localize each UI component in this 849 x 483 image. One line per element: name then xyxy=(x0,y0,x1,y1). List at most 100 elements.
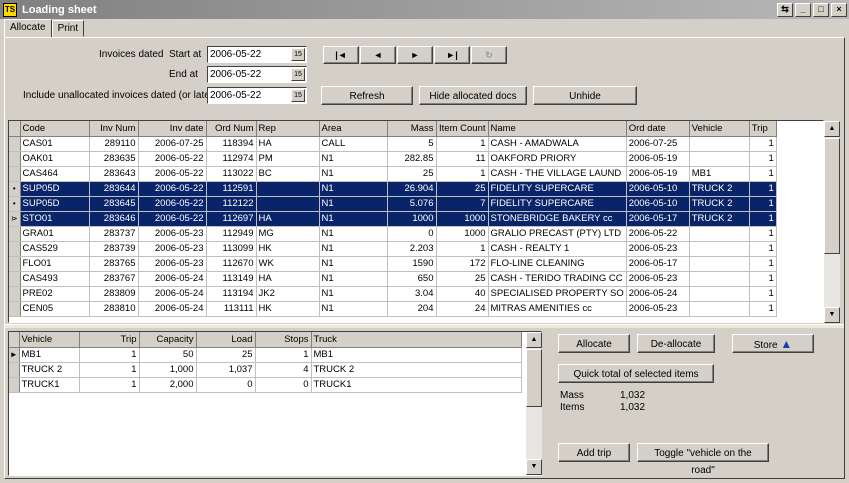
table-row[interactable]: CAS529 283739 2006-05-23 113099 HK N1 2.203 1 CA… xyxy=(9,241,777,257)
cell-orddate[interactable]: 2006-05-23 xyxy=(626,271,690,287)
table-row[interactable]: ► MB1 1 50 25 1 MB1 xyxy=(9,347,522,363)
table-row[interactable]: OAK01 283635 2006-05-22 112974 PM N1 282.85 11 O… xyxy=(9,151,777,167)
cell-orddate[interactable]: 2006-07-25 xyxy=(626,136,690,152)
col-vehicle-header[interactable]: Vehicle xyxy=(689,121,750,137)
cell-code[interactable]: GRA01 xyxy=(20,226,90,242)
cell-itemcount[interactable]: 1 xyxy=(436,136,489,152)
row-indicator[interactable] xyxy=(9,301,21,317)
scroll-down-icon[interactable]: ▼ xyxy=(824,307,840,323)
cell-invdate[interactable]: 2006-07-25 xyxy=(138,136,207,152)
cell-rep[interactable] xyxy=(256,181,320,197)
cell-invdate[interactable]: 2006-05-24 xyxy=(138,301,207,317)
quick-total-button[interactable]: Quick total of selected items xyxy=(558,364,714,383)
splitter[interactable] xyxy=(5,324,844,328)
restore-icon[interactable]: ⇆ xyxy=(777,2,793,17)
cell-rep[interactable]: HA xyxy=(256,271,320,287)
col-trip-header[interactable]: Trip xyxy=(79,332,140,348)
cell-name[interactable]: MITRAS AMENITIES cc xyxy=(488,301,627,317)
table-row[interactable]: • SUP05D 283644 2006-05-22 112591 N1 26.904 25 F… xyxy=(9,181,777,197)
cell-trip[interactable]: 1 xyxy=(79,377,140,393)
cell-code[interactable]: CAS529 xyxy=(20,241,90,257)
cell-itemcount[interactable]: 25 xyxy=(436,181,489,197)
cell-invnum[interactable]: 289110 xyxy=(89,136,139,152)
cell-truck[interactable]: TRUCK 2 xyxy=(311,362,522,378)
cell-trip[interactable]: 1 xyxy=(749,286,777,302)
col-trip-header[interactable]: Trip xyxy=(749,121,777,137)
cell-itemcount[interactable]: 24 xyxy=(436,301,489,317)
cell-stops[interactable]: 0 xyxy=(255,377,312,393)
cell-code[interactable]: CAS493 xyxy=(20,271,90,287)
cell-code[interactable]: SUP05D xyxy=(20,181,90,197)
tab-allocate[interactable]: Allocate xyxy=(4,19,52,38)
cell-invdate[interactable]: 2006-05-24 xyxy=(138,271,207,287)
cell-invdate[interactable]: 2006-05-22 xyxy=(138,151,207,167)
cell-trip[interactable]: 1 xyxy=(79,362,140,378)
col-orddate-header[interactable]: Ord date xyxy=(626,121,690,137)
table-row[interactable]: PRE02 283809 2006-05-24 113194 JK2 N1 3.04 40 SP… xyxy=(9,286,777,302)
scroll-up-icon[interactable]: ▲ xyxy=(824,121,840,137)
cell-mass[interactable]: 5 xyxy=(387,136,437,152)
cell-name[interactable]: OAKFORD PRIORY xyxy=(488,151,627,167)
deallocate-button[interactable]: De-allocate xyxy=(637,334,715,353)
cell-vehicle[interactable] xyxy=(689,151,750,167)
vehicles-scrollbar[interactable]: ▲ ▼ xyxy=(526,332,542,475)
cell-invnum[interactable]: 283739 xyxy=(89,241,139,257)
col-area-header[interactable]: Area xyxy=(319,121,388,137)
cell-itemcount[interactable]: 11 xyxy=(436,151,489,167)
cell-orddate[interactable]: 2006-05-24 xyxy=(626,286,690,302)
cell-mass[interactable]: 204 xyxy=(387,301,437,317)
cell-orddate[interactable]: 2006-05-19 xyxy=(626,166,690,182)
col-load-header[interactable]: Load xyxy=(196,332,256,348)
cell-name[interactable]: FIDELITY SUPERCARE xyxy=(488,196,627,212)
cell-ordnum[interactable]: 112122 xyxy=(206,196,257,212)
cell-capacity[interactable]: 1,000 xyxy=(139,362,197,378)
cell-itemcount[interactable]: 25 xyxy=(436,271,489,287)
cell-vehicle[interactable] xyxy=(689,271,750,287)
cell-truck[interactable]: TRUCK1 xyxy=(311,377,522,393)
col-ordnum-header[interactable]: Ord Num xyxy=(206,121,257,137)
cell-invdate[interactable]: 2006-05-23 xyxy=(138,241,207,257)
cell-capacity[interactable]: 2,000 xyxy=(139,377,197,393)
minimize-icon[interactable]: _ xyxy=(795,2,811,17)
cell-invnum[interactable]: 283643 xyxy=(89,166,139,182)
calendar-icon[interactable]: 15 xyxy=(291,89,305,102)
cell-invdate[interactable]: 2006-05-22 xyxy=(138,166,207,182)
hide-allocated-button[interactable]: Hide allocated docs xyxy=(419,86,527,105)
cell-orddate[interactable]: 2006-05-17 xyxy=(626,256,690,272)
cell-stops[interactable]: 4 xyxy=(255,362,312,378)
maximize-icon[interactable]: □ xyxy=(813,2,829,17)
cell-stops[interactable]: 1 xyxy=(255,347,312,363)
cell-vehicle[interactable]: TRUCK 2 xyxy=(689,196,750,212)
cell-vehicle[interactable] xyxy=(689,256,750,272)
cell-orddate[interactable]: 2006-05-23 xyxy=(626,301,690,317)
cell-trip[interactable]: 1 xyxy=(79,347,140,363)
table-row[interactable]: CAS01 289110 2006-07-25 118394 HA CALL 5 1 CASH … xyxy=(9,136,777,152)
cell-vehicle[interactable] xyxy=(689,286,750,302)
cell-ordnum[interactable]: 112670 xyxy=(206,256,257,272)
row-indicator[interactable] xyxy=(9,151,21,167)
allocate-button[interactable]: Allocate xyxy=(558,334,630,353)
cell-rep[interactable]: HA xyxy=(256,211,320,227)
row-indicator[interactable]: ► xyxy=(9,347,20,363)
cell-code[interactable]: SUP05D xyxy=(20,196,90,212)
cell-rep[interactable]: BC xyxy=(256,166,320,182)
col-code-header[interactable]: Code xyxy=(20,121,90,137)
cell-area[interactable]: CALL xyxy=(319,136,388,152)
cell-code[interactable]: PRE02 xyxy=(20,286,90,302)
cell-area[interactable]: N1 xyxy=(319,241,388,257)
cell-code[interactable]: OAK01 xyxy=(20,151,90,167)
row-indicator[interactable] xyxy=(9,286,21,302)
cell-load[interactable]: 25 xyxy=(196,347,256,363)
last-record-button[interactable]: ►| xyxy=(434,46,470,64)
cell-vehicle[interactable] xyxy=(689,136,750,152)
cell-vehicle[interactable] xyxy=(689,226,750,242)
cell-area[interactable]: N1 xyxy=(319,166,388,182)
cell-area[interactable]: N1 xyxy=(319,301,388,317)
cell-ordnum[interactable]: 113149 xyxy=(206,271,257,287)
cell-itemcount[interactable]: 172 xyxy=(436,256,489,272)
cell-invdate[interactable]: 2006-05-22 xyxy=(138,181,207,197)
cell-ordnum[interactable]: 112949 xyxy=(206,226,257,242)
row-indicator[interactable]: • xyxy=(9,181,21,197)
cell-trip[interactable]: 1 xyxy=(749,226,777,242)
scroll-up-icon[interactable]: ▲ xyxy=(526,332,542,348)
